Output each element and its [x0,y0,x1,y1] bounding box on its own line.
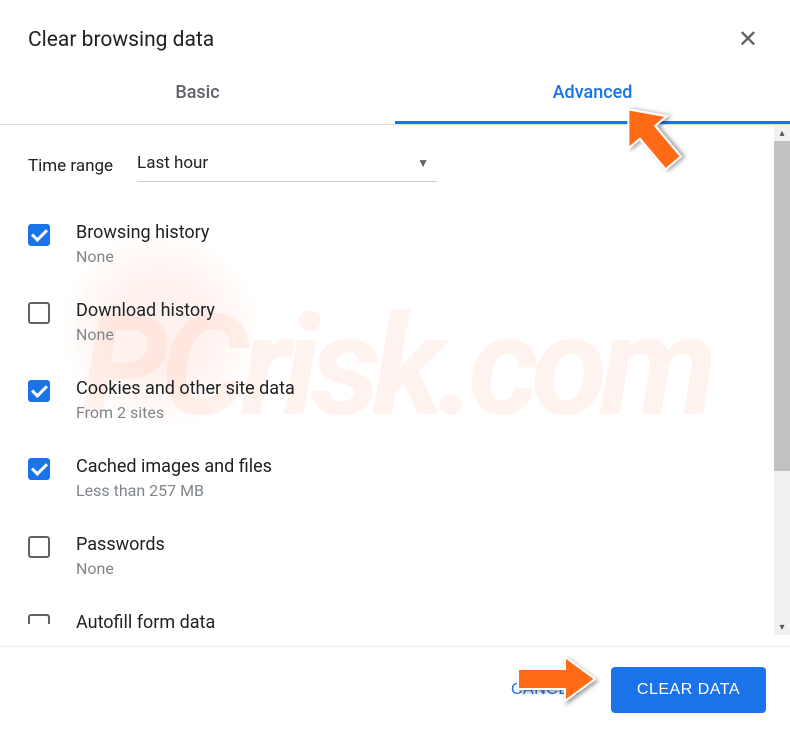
dialog-footer: CANCEL CLEAR DATA [0,646,790,733]
option-subtitle: Less than 257 MB [76,481,272,500]
scroll-down-button[interactable]: ▾ [774,619,790,635]
option-title: Download history [76,300,215,321]
option-cached-images: Cached images and files Less than 257 MB [28,456,762,500]
checkbox-browsing-history[interactable] [28,224,50,246]
option-subtitle: From 2 sites [76,403,295,422]
cancel-button[interactable]: CANCEL [491,669,599,711]
time-range-select[interactable]: Last hour ▼ [137,149,437,182]
dialog-title: Clear browsing data [28,28,214,52]
checkbox-passwords[interactable] [28,536,50,558]
close-icon: ✕ [738,26,758,53]
time-range-value: Last hour [137,153,208,173]
option-subtitle: None [76,247,209,266]
clear-browsing-data-dialog: PCrisk.com Clear browsing data ✕ Basic A… [0,0,790,733]
option-subtitle: None [76,559,165,578]
option-subtitle: None [76,325,215,344]
option-passwords: Passwords None [28,534,762,578]
option-title: Autofill form data [76,612,215,633]
checkbox-download-history[interactable] [28,302,50,324]
options-list: Browsing history None Download history N… [28,222,762,633]
option-title: Cached images and files [76,456,272,477]
option-title: Browsing history [76,222,209,243]
checkbox-autofill[interactable] [28,614,50,624]
scroll-up-button[interactable]: ▴ [774,125,790,141]
tab-advanced[interactable]: Advanced [395,64,790,124]
option-download-history: Download history None [28,300,762,344]
clear-data-button[interactable]: CLEAR DATA [611,667,766,713]
scrollbar-thumb[interactable] [774,141,790,471]
close-button[interactable]: ✕ [734,24,762,56]
option-browsing-history: Browsing history None [28,222,762,266]
time-range-label: Time range [28,156,113,176]
option-title: Cookies and other site data [76,378,295,399]
chevron-down-icon: ▼ [417,156,429,170]
option-title: Passwords [76,534,165,555]
option-autofill: Autofill form data [28,612,762,633]
checkbox-cookies[interactable] [28,380,50,402]
checkbox-cached-images[interactable] [28,458,50,480]
tabs-container: Basic Advanced [0,64,790,125]
tab-basic[interactable]: Basic [0,64,395,124]
option-cookies: Cookies and other site data From 2 sites [28,378,762,422]
